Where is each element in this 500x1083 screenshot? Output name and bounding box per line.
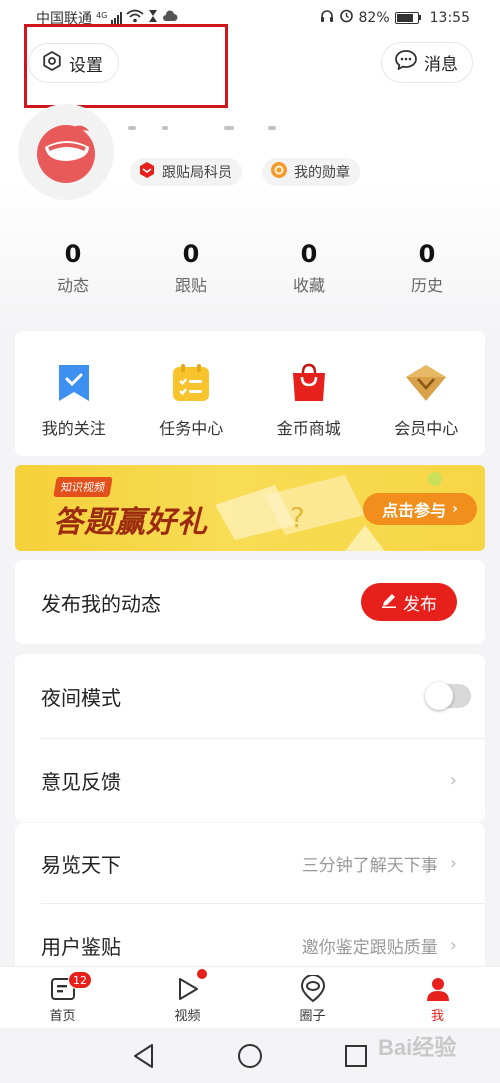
user-icon [426, 978, 449, 1001]
network-label: 4G [96, 10, 108, 20]
quiz-banner[interactable]: ? 知识视频 答题赢好礼 点击参与 › [15, 465, 485, 551]
tab-home[interactable]: 首页 12 [0, 967, 125, 1028]
yilan-row[interactable]: 易览天下 三分钟了解天下事 › [15, 823, 485, 903]
bookmark-icon [58, 365, 89, 401]
play-icon [178, 978, 198, 1000]
messages-label: 消息 [424, 55, 458, 75]
task-list-icon [173, 364, 210, 401]
quick-entry-coin-mall[interactable]: 金币商城 [250, 331, 368, 456]
quick-entry-label: 金币商城 [276, 419, 341, 438]
stat-comments[interactable]: 0 跟贴 [132, 238, 250, 298]
stat-history[interactable]: 0 历史 [368, 238, 486, 298]
preferences-card: 夜间模式 意见反馈 › [15, 654, 485, 822]
alarm-icon [339, 8, 354, 27]
appraise-hint: 邀你鉴定跟贴质量 [301, 937, 438, 958]
banner-join-button[interactable]: 点击参与 › [363, 493, 477, 525]
watermark-text: Bai经验 [378, 1035, 457, 1060]
shield-icon [138, 161, 156, 183]
feedback-row[interactable]: 意见反馈 › [15, 738, 485, 822]
home-circle-icon[interactable] [238, 1044, 262, 1068]
quick-entries-card: 我的关注 任务中心 金币商城 会员中心 [15, 331, 485, 456]
tab-video-label: 视频 [174, 1009, 201, 1024]
clock: 13:55 [429, 9, 470, 26]
battery-percent: 82% [358, 9, 390, 26]
quick-entry-label: 我的关注 [41, 419, 106, 438]
quick-entry-label: 任务中心 [159, 419, 224, 438]
quick-entry-label: 会员中心 [394, 419, 459, 438]
username-redacted [128, 126, 278, 134]
quick-entry-membership[interactable]: 会员中心 [368, 331, 486, 456]
toggle-knob [425, 682, 453, 710]
tab-circle-label: 圈子 [299, 1009, 326, 1024]
battery-cap [418, 15, 421, 20]
headset-icon [320, 9, 334, 27]
chat-bubble-icon [394, 49, 418, 76]
banner-title: 答题赢好礼 [53, 505, 208, 540]
night-mode-row: 夜间模式 [15, 654, 485, 738]
recents-square-icon[interactable] [345, 1045, 367, 1067]
stat-label: 动态 [56, 276, 89, 295]
publish-title: 发布我的动态 [41, 591, 161, 616]
stats-row: 0 动态 0 跟贴 0 收藏 0 历史 [14, 238, 486, 298]
chevron-right-icon: › [452, 501, 458, 517]
tab-home-label: 首页 [49, 1009, 76, 1024]
chevron-right-icon: › [449, 769, 457, 791]
avatar-logo-icon [37, 125, 95, 183]
stat-value: 0 [64, 240, 82, 268]
night-mode-title: 夜间模式 [41, 685, 121, 710]
tab-circle[interactable]: 圈子 [250, 967, 375, 1028]
stat-posts[interactable]: 0 动态 [14, 238, 132, 298]
quick-entry-tasks[interactable]: 任务中心 [133, 331, 251, 456]
stat-value: 0 [182, 240, 200, 268]
shopping-bag-icon [292, 363, 325, 401]
stat-label: 历史 [410, 276, 443, 295]
stat-value: 0 [300, 240, 318, 268]
stat-value: 0 [418, 240, 436, 268]
avatar[interactable] [18, 104, 114, 200]
publish-row: 发布我的动态 发布 [15, 560, 485, 644]
stat-label: 跟贴 [174, 276, 207, 295]
appraise-row[interactable]: 用户鉴贴 邀你鉴定跟贴质量 › [15, 903, 485, 966]
yilan-title: 易览天下 [41, 852, 121, 877]
yilan-hint: 三分钟了解天下事 [301, 855, 438, 876]
services-card: 易览天下 三分钟了解天下事 › 用户鉴贴 邀你鉴定跟贴质量 › [15, 823, 485, 966]
back-icon[interactable] [134, 1044, 153, 1068]
publish-card: 发布我的动态 发布 [15, 560, 485, 644]
feedback-title: 意见反馈 [41, 769, 121, 794]
home-unread-badge: 12 [68, 971, 92, 989]
video-new-dot [197, 969, 207, 979]
tab-me-label: 我 [430, 1009, 444, 1024]
svg-text:?: ? [290, 501, 305, 534]
battery-icon [394, 11, 419, 24]
circle-community-icon [300, 975, 325, 1003]
pencil-icon [381, 592, 397, 613]
signal-icon [111, 12, 123, 24]
annotation-highlight-box [24, 24, 228, 108]
stat-label: 收藏 [292, 276, 325, 295]
tab-video[interactable]: 视频 [125, 967, 250, 1028]
chevron-right-icon: › [449, 852, 457, 874]
medal-icon [270, 161, 288, 183]
appraise-title: 用户鉴贴 [41, 934, 121, 959]
diamond-icon [406, 365, 447, 401]
banner-tag: 知识视频 [53, 477, 113, 497]
badge-rank-label: 跟贴局科员 [162, 165, 232, 181]
badge-medals[interactable]: 我的勋章 [262, 158, 360, 186]
badge-medals-label: 我的勋章 [294, 165, 350, 181]
bottom-tab-bar: 首页 12 视频 圈子 我 [0, 966, 500, 1028]
tab-me[interactable]: 我 [375, 967, 500, 1028]
stat-favorites[interactable]: 0 收藏 [250, 238, 368, 298]
publish-button-label: 发布 [403, 594, 437, 615]
badge-rank[interactable]: 跟贴局科员 [130, 158, 242, 186]
chevron-right-icon: › [449, 934, 457, 956]
publish-button[interactable]: 发布 [361, 583, 457, 621]
messages-button[interactable]: 消息 [381, 42, 473, 83]
banner-button-label: 点击参与 [382, 501, 447, 520]
night-mode-toggle[interactable] [425, 682, 471, 710]
quick-entry-following[interactable]: 我的关注 [15, 331, 133, 456]
